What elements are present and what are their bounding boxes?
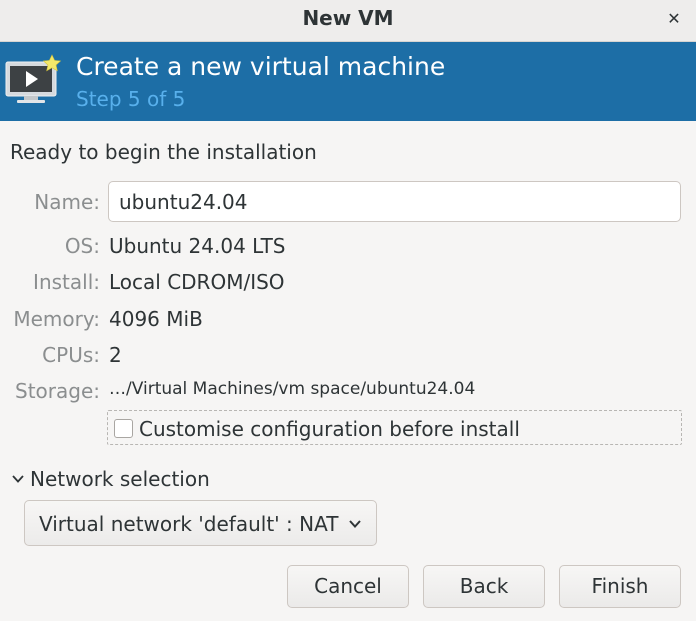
title-bar: New VM ✕ [0, 0, 696, 42]
cpus-value: 2 [109, 343, 122, 367]
memory-label: Memory: [13, 307, 100, 331]
network-selection-label: Network selection [30, 467, 210, 491]
cancel-button[interactable]: Cancel [287, 565, 409, 608]
vm-monitor-icon [5, 54, 62, 103]
finish-button[interactable]: Finish [559, 565, 681, 608]
wizard-step: Step 5 of 5 [76, 87, 186, 111]
cpus-label: CPUs: [42, 343, 100, 367]
wizard-title: Create a new virtual machine [76, 52, 446, 81]
window-title: New VM [302, 6, 394, 30]
chevron-down-icon [349, 520, 361, 528]
name-label: Name: [34, 190, 100, 214]
memory-value: 4096 MiB [109, 307, 203, 331]
install-label: Install: [33, 270, 100, 294]
chevron-down-icon [12, 475, 24, 483]
network-select-value: Virtual network 'default' : NAT [39, 512, 339, 536]
os-value: Ubuntu 24.04 LTS [109, 234, 286, 258]
new-vm-dialog: New VM ✕ Create a new virtual machine St… [0, 0, 696, 621]
section-title: Ready to begin the installation [10, 140, 317, 164]
back-button[interactable]: Back [423, 565, 545, 608]
storage-value: …/Virtual Machines/vm space/ubuntu24.04 [109, 379, 476, 399]
name-input[interactable] [108, 181, 681, 222]
close-icon[interactable]: ✕ [664, 8, 684, 30]
customise-option[interactable]: Customise configuration before install [107, 410, 682, 445]
install-value: Local CDROM/ISO [109, 270, 285, 294]
wizard-header: Create a new virtual machine Step 5 of 5 [0, 42, 696, 121]
os-label: OS: [64, 234, 100, 258]
network-select[interactable]: Virtual network 'default' : NAT [24, 500, 377, 546]
customise-checkbox[interactable] [114, 419, 133, 438]
storage-label: Storage: [15, 379, 100, 403]
customise-label[interactable]: Customise configuration before install [139, 417, 520, 441]
